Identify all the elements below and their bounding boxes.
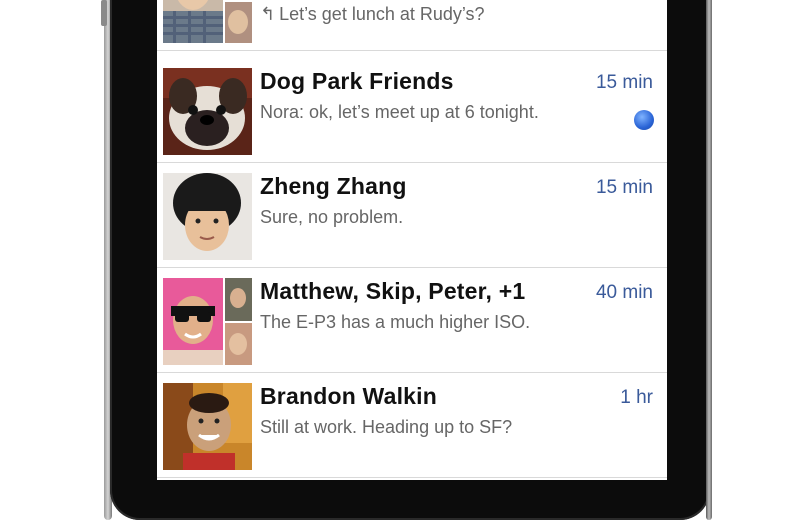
thread-preview: ↰ Let’s get lunch at Rudy’s? — [260, 4, 485, 25]
thread-preview: Nora: ok, let’s meet up at 6 tonight. — [260, 102, 539, 122]
thread-row[interactable]: Matthew, Skip, Peter, +1 40 min The E-P3… — [157, 268, 667, 373]
thread-row[interactable]: ↰ Let’s get lunch at Rudy’s? — [157, 0, 667, 51]
thread-preview: The E-P3 has a much higher ISO. — [260, 312, 531, 332]
thread-name: Brandon Walkin — [260, 383, 438, 409]
thread-preview: Sure, no problem. — [260, 207, 404, 227]
thread-row[interactable]: Zheng Zhang 15 min Sure, no problem. — [157, 163, 667, 268]
thread-time: 15 min — [595, 72, 653, 93]
person-photo-avatar — [163, 173, 252, 260]
group-photo-avatar — [163, 278, 252, 365]
reply-arrow-icon: ↰ — [260, 4, 276, 24]
thread-row[interactable]: Brandon Walkin 1 hr Still at work. Headi… — [157, 373, 667, 478]
thread-name: Zheng Zhang — [260, 173, 407, 199]
dog-photo-avatar — [163, 68, 252, 155]
thread-row[interactable]: Dog Park Friends 15 min Nora: ok, let’s … — [157, 58, 667, 163]
thread-name: Matthew, Skip, Peter, +1 — [260, 278, 526, 304]
unread-indicator-icon — [634, 110, 654, 130]
person-photo-avatar — [163, 383, 252, 470]
volume-button — [101, 0, 107, 26]
message-thread-list: ↰ Let’s get lunch at Rudy’s? Dog Park Fri… — [157, 0, 667, 480]
thread-name: Dog Park Friends — [260, 68, 454, 94]
thread-time: 15 min — [595, 177, 653, 198]
thread-time: 40 min — [595, 282, 653, 303]
group-photo-avatar — [163, 0, 252, 43]
phone-frame-right-edge — [706, 0, 712, 520]
thread-preview: Still at work. Heading up to SF? — [260, 417, 513, 437]
thread-time: 1 hr — [620, 387, 653, 408]
thread-preview-text: Let’s get lunch at Rudy’s? — [279, 4, 485, 24]
